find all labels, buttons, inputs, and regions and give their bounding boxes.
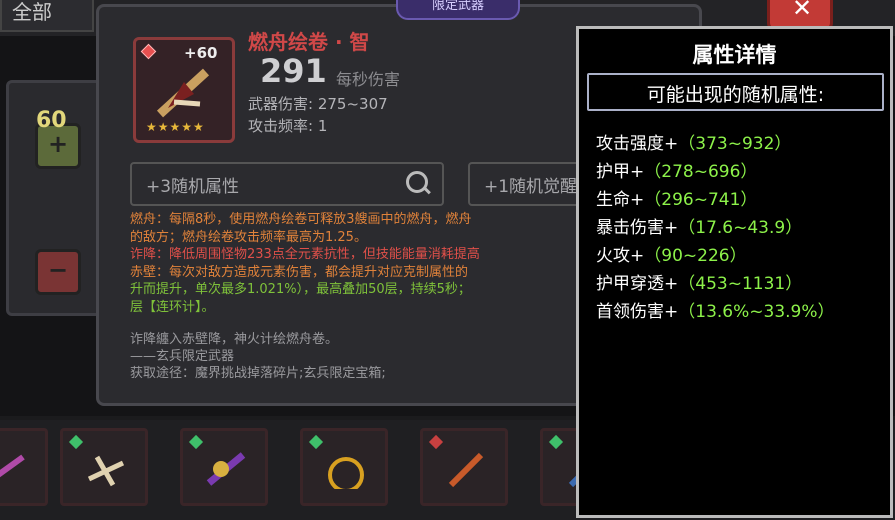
attribute-range: （90~226）	[644, 246, 747, 266]
gem-icon	[188, 434, 204, 450]
attribute-range: （13.6%~33.9%）	[678, 302, 835, 322]
dps-label: 每秒伤害	[336, 70, 401, 89]
desc-line: 升而提升，单次最多1.021%），最高叠加50层，持续5秒；	[130, 282, 471, 297]
attribute-row: 护甲+（278~696）	[596, 157, 835, 185]
attribute-row: 攻击强度+（373~932）	[596, 129, 835, 157]
desc-line: 赤壁：每次对敌方造成元素伤害，都会提升对应克制属性的	[130, 264, 469, 280]
random-attr-label: +3随机属性	[146, 177, 240, 197]
weapon-icon	[203, 449, 249, 489]
desc-line: 燃舟：每隔8秒，使用燃舟绘卷可释放3艘画中的燃舟，燃舟	[130, 212, 472, 227]
weapon-icon	[443, 449, 489, 489]
inventory-slot[interactable]	[420, 428, 508, 506]
gem-icon	[308, 434, 324, 450]
attribute-range: （17.6~43.9）	[678, 218, 803, 238]
random-attr-search[interactable]: +3随机属性	[130, 162, 444, 206]
inventory-slot[interactable]	[0, 428, 48, 506]
attribute-subtitle-box: 可能出现的随机属性:	[587, 73, 884, 111]
attribute-list: 攻击强度+（373~932） 护甲+（278~696） 生命+（296~741）…	[596, 129, 835, 325]
attribute-row: 生命+（296~741）	[596, 185, 835, 213]
weapon-scroll-icon	[154, 64, 216, 120]
attack-rate: 攻击频率: 1	[248, 117, 328, 135]
limited-weapon-banner: 限定武器	[396, 0, 520, 20]
item-level: +60	[184, 44, 218, 62]
gem-icon	[68, 434, 84, 450]
gem-icon	[140, 43, 157, 60]
desc-line: 层【连环计】。	[130, 299, 215, 315]
inventory-slot[interactable]	[300, 428, 388, 506]
attribute-name: 首领伤害+	[596, 302, 679, 322]
attribute-range: （373~932）	[678, 134, 792, 154]
attribute-name: 护甲+	[596, 162, 645, 182]
attribute-name: 火攻+	[596, 246, 645, 266]
weapon-damage: 武器伤害: 275~307	[248, 95, 388, 113]
quantity-value: 60	[36, 108, 67, 133]
attribute-name: 暴击伤害+	[596, 218, 679, 238]
weapon-icon	[0, 449, 29, 489]
item-icon-frame: +60 ★★★★★	[133, 37, 235, 143]
flavor-line: 诈降纏入赤壁降，神火计绘燃舟卷。	[130, 332, 339, 347]
tab-all-label: 全部	[12, 0, 52, 24]
attribute-detail-popup: 属性详情 可能出现的随机属性: 攻击强度+（373~932） 护甲+（278~6…	[576, 26, 893, 518]
dps-value: 291	[260, 52, 327, 90]
attribute-name: 生命+	[596, 190, 645, 210]
search-icon	[406, 171, 428, 193]
attribute-row: 首领伤害+（13.6%~33.9%）	[596, 297, 835, 325]
weapon-icon	[83, 449, 129, 489]
close-icon: ✕	[792, 0, 813, 22]
attribute-row: 火攻+（90~226）	[596, 241, 835, 269]
desc-line: 诈降：降低周围怪物233点全元素抗性，但技能能量消耗提高	[130, 247, 480, 262]
attribute-range: （453~1131）	[678, 274, 803, 294]
item-description: 燃舟：每隔8秒，使用燃舟绘卷可释放3艘画中的燃舟，燃舟 的敌方；燃舟绘卷攻击频率…	[130, 211, 576, 316]
attribute-range: （278~696）	[644, 162, 758, 182]
attribute-row: 暴击伤害+（17.6~43.9）	[596, 213, 835, 241]
plus-icon: +	[47, 130, 69, 158]
attribute-row: 护甲穿透+（453~1131）	[596, 269, 835, 297]
attribute-name: 护甲穿透+	[596, 274, 679, 294]
flavor-line: ——玄兵限定武器	[130, 349, 235, 364]
random-awaken-label: +1随机觉醒	[484, 177, 578, 197]
gem-icon	[548, 434, 564, 450]
attribute-subtitle: 可能出现的随机属性:	[646, 84, 825, 106]
star-rating: ★★★★★	[146, 120, 205, 134]
inventory-slot[interactable]	[60, 428, 148, 506]
inventory-slot[interactable]	[180, 428, 268, 506]
minus-button[interactable]: −	[35, 249, 81, 295]
weapon-icon	[323, 449, 369, 493]
attribute-name: 攻击强度+	[596, 134, 679, 154]
minus-icon: −	[47, 256, 69, 284]
item-name: 燃舟绘卷 · 智	[248, 30, 370, 54]
item-flavor-text: 诈降纏入赤壁降，神火计绘燃舟卷。 ——玄兵限定武器 获取途径：魔界挑战掉落碎片;…	[130, 331, 386, 382]
gem-icon	[428, 434, 444, 450]
tab-all[interactable]: 全部	[0, 0, 94, 32]
attribute-popup-title: 属性详情	[692, 43, 777, 67]
attribute-range: （296~741）	[644, 190, 758, 210]
flavor-line: 获取途径：魔界挑战掉落碎片;玄兵限定宝箱;	[130, 366, 386, 381]
desc-line: 的敌方；燃舟绘卷攻击频率最高为1.25。	[130, 229, 367, 245]
